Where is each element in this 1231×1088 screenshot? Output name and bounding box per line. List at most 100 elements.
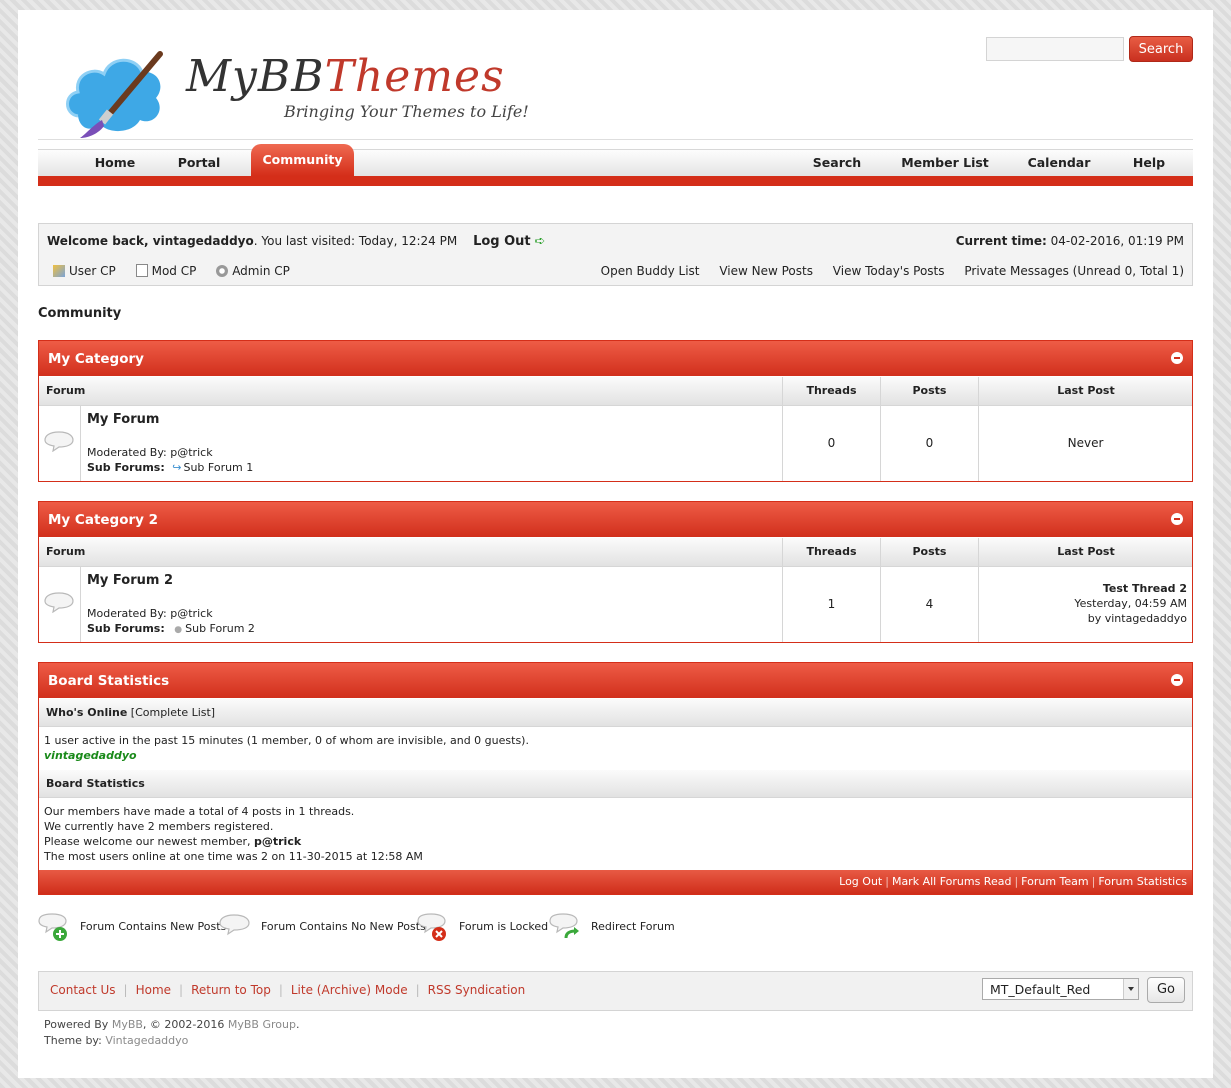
welcome-text: Welcome back, vintagedaddyo. You last vi… [47,234,457,248]
footer-links: Contact Us | Home | Return to Top | Lite (Arch… [50,983,525,997]
whos-online-label[interactable]: Who's Online [46,706,127,719]
collapse-icon[interactable] [1171,513,1183,525]
mybb-group-link[interactable]: MyBB Group [228,1018,296,1031]
private-messages-link[interactable]: Private Messages (Unread 0, Total 1) [964,264,1184,278]
logout-arrow-icon: ➪ [534,234,546,249]
forum-name[interactable]: My Forum 2 [87,573,173,588]
current-time-label: Current time: [955,234,1047,248]
nav-portal[interactable]: Portal [170,149,228,176]
moderator-link[interactable]: p@trick [170,446,212,459]
locked-icon [417,913,446,941]
stats-members-line: We currently have 2 members registered. [44,820,274,833]
forum-last-post: Never [978,406,1192,481]
online-user-link[interactable]: vintagedaddyo [44,748,1187,763]
last-post-time: Yesterday, 04:59 AM [1074,597,1187,610]
user-cp-icon [53,265,65,277]
new-posts-icon [38,913,67,941]
sub-forums-label: Sub Forums: [87,622,165,635]
forum-team-link[interactable]: Forum Team [1021,875,1088,888]
separator: | [179,983,184,997]
forum-row: My Forum Moderated By: p@trick Sub Forum… [39,406,1192,481]
gear-icon [216,265,229,277]
col-last-post: Last Post [978,538,1193,566]
nav-member-list[interactable]: Member List [900,149,990,176]
forum-status-cell [39,406,81,481]
nav-search[interactable]: Search [808,149,866,176]
nav-calendar[interactable]: Calendar [1024,149,1094,176]
board-stats-header: Board Statistics [39,769,1192,798]
welcome-greeting: Welcome back, vintagedaddyo [47,234,254,248]
rss-link[interactable]: RSS Syndication [428,983,526,997]
footer-logout-link[interactable]: Log Out [839,875,882,888]
current-time: Current time: 04-02-2016, 01:19 PM [956,231,1184,251]
current-time-value: 04-02-2016, 01:19 PM [1050,234,1184,248]
forum-statistics-link[interactable]: Forum Statistics [1098,875,1187,888]
category-header: My Category [39,341,1192,376]
moderated-by-label: Moderated By: [87,446,167,459]
welcome-panel: Welcome back, vintagedaddyo. You last vi… [38,223,1193,286]
stats-footer-links: Log Out | Mark All Forums Read | Forum Team |… [39,870,1192,894]
footer-home-link[interactable]: Home [136,983,171,997]
nav-community[interactable]: Community [251,144,354,176]
search-input[interactable] [986,37,1124,61]
user-cp-link[interactable]: User CP [53,264,116,278]
theme-by-label: Theme by: [44,1034,106,1047]
category-title[interactable]: My Category 2 [48,512,158,528]
legend-no-new-posts-label: Forum Contains No New Posts [261,920,426,933]
collapse-icon[interactable] [1171,352,1183,364]
todays-posts-link[interactable]: View Today's Posts [833,264,945,278]
sub-forum-link[interactable]: Sub Forum 1 [183,461,253,474]
newest-member-link[interactable]: p@trick [254,835,301,848]
no-new-posts-icon [219,914,250,936]
mod-cp-link[interactable]: Mod CP [135,264,196,278]
last-post-author[interactable]: by vintagedaddyo [979,611,1187,626]
powered-line: Powered By MyBB, © 2002-2016 MyBB Group. [44,1017,299,1033]
new-posts-link[interactable]: View New Posts [719,264,813,278]
col-threads: Threads [782,377,880,405]
separator: | [415,983,420,997]
breadcrumb[interactable]: Community [38,306,121,321]
stats-newest-line: Please welcome our newest member, p@tric… [44,834,1187,849]
last-post-thread[interactable]: Test Thread 2 [979,581,1187,596]
nav-help[interactable]: Help [1126,149,1172,176]
collapse-icon[interactable] [1171,674,1183,686]
legend-redirect-label: Redirect Forum [591,920,675,933]
search-button[interactable]: Search [1129,36,1193,62]
main-nav: Home Portal Community Search Member List… [38,139,1193,186]
logout-link[interactable]: Log Out ➪ [473,234,545,249]
stats-record-line: The most users online at one time was 2 … [44,850,423,863]
admin-cp-link[interactable]: Admin CP [216,264,290,278]
col-forum: Forum [46,384,86,397]
forum-info-cell: My Forum Moderated By: p@trick Sub Forum… [80,406,782,481]
forum-status-cell [39,567,81,642]
whos-online-header: Who's Online [Complete List] [39,698,1192,727]
sub-forum-link[interactable]: Sub Forum 2 [185,622,255,635]
forum-name[interactable]: My Forum [87,412,159,427]
buddy-list-link[interactable]: Open Buddy List [601,264,700,278]
logo-title[interactable]: MyBBThemes [186,50,505,104]
stats-title: Board Statistics [48,673,170,689]
footer-bar: Contact Us | Home | Return to Top | Lite (Arch… [38,971,1193,1011]
return-to-top-link[interactable]: Return to Top [191,983,271,997]
online-summary: 1 user active in the past 15 minutes (1 … [44,734,529,747]
sub-forums: Sub Forums: ● Sub Forum 2 [87,622,255,635]
moderator-link[interactable]: p@trick [170,607,212,620]
powered-by: Powered By MyBB, © 2002-2016 MyBB Group.… [44,1017,299,1049]
mybb-link[interactable]: MyBB [112,1018,143,1031]
theme-select[interactable]: MT_Default_Red [982,978,1139,1000]
col-posts: Posts [880,377,978,405]
theme-author-link[interactable]: Vintagedaddyo [105,1034,188,1047]
nav-red-bar [38,176,1193,186]
board-statistics-table: Board Statistics Who's Online [Complete … [38,662,1193,895]
complete-list-link[interactable]: [Complete List] [131,706,215,719]
nav-home[interactable]: Home [86,149,144,176]
go-button[interactable]: Go [1147,977,1185,1003]
contact-us-link[interactable]: Contact Us [50,983,116,997]
redirect-icon [549,913,579,939]
mark-read-link[interactable]: Mark All Forums Read [892,875,1012,888]
category-table-1: My Category Forum Threads Posts Last Pos… [38,340,1193,482]
lite-mode-link[interactable]: Lite (Archive) Mode [291,983,408,997]
column-header-row: Forum Threads Posts Last Post [39,537,1192,567]
forum-threads: 1 [782,567,880,642]
category-title[interactable]: My Category [48,351,144,367]
